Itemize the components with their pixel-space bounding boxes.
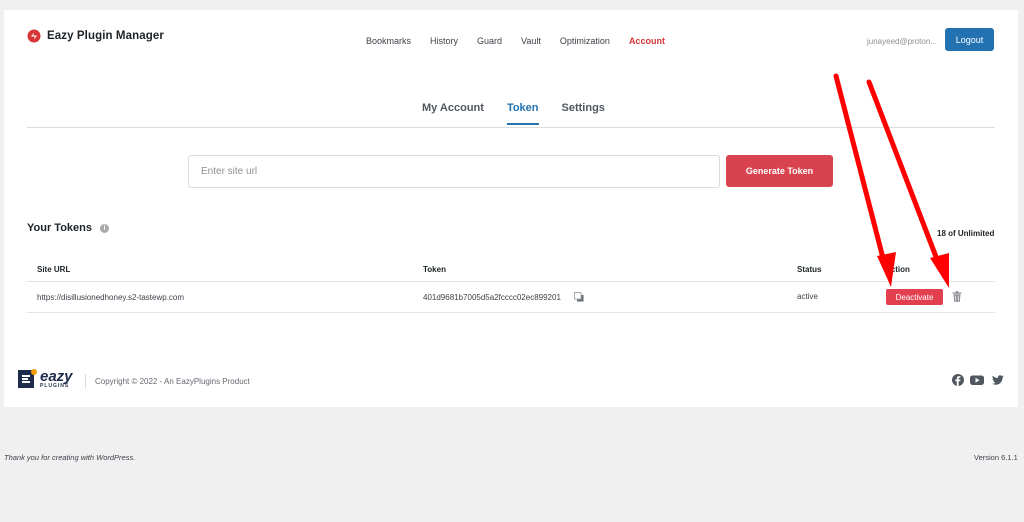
nav-vault[interactable]: Vault xyxy=(521,36,541,46)
tab-token[interactable]: Token xyxy=(506,102,539,125)
column-header-token: Token xyxy=(423,265,446,274)
deactivate-button[interactable]: Deactivate xyxy=(886,289,943,305)
account-tabs: My Account Token Settings xyxy=(422,102,628,125)
row-site-url: https://disillusionedhoney.s2-tastewp.co… xyxy=(37,293,185,302)
tokens-count: 18 of Unlimited xyxy=(937,229,995,238)
user-email[interactable]: junayeed@proton... xyxy=(867,37,937,46)
nav-history[interactable]: History xyxy=(430,36,458,46)
nav-account[interactable]: Account xyxy=(629,36,665,46)
tokens-heading: Your Tokens i xyxy=(27,222,109,234)
main-panel xyxy=(4,10,1018,407)
wp-footer-version: Version 6.1.1 xyxy=(974,453,1018,462)
footer-logo: eazy PLUGINS xyxy=(15,368,73,390)
nav-optimization[interactable]: Optimization xyxy=(560,36,610,46)
nav-guard[interactable]: Guard xyxy=(477,36,502,46)
column-header-action: Action xyxy=(885,265,910,274)
tokens-title: Your Tokens xyxy=(27,222,92,234)
wp-footer-thanks: Thank you for creating with WordPress. xyxy=(4,453,136,462)
eazyplugins-logo-icon xyxy=(18,369,37,388)
column-header-status: Status xyxy=(797,265,822,274)
table-header-divider xyxy=(27,281,995,282)
footer-divider xyxy=(85,374,86,389)
row-token: 401d9681b7005d5a2fcccc02ec899201 xyxy=(423,293,561,302)
nav-bookmarks[interactable]: Bookmarks xyxy=(366,36,411,46)
main-nav: Bookmarks History Guard Vault Optimizati… xyxy=(366,36,684,46)
footer-logo-subtext: PLUGINS xyxy=(40,383,70,389)
footer-logo-text: eazy xyxy=(40,368,73,385)
table-row-divider xyxy=(27,312,995,313)
tab-my-account[interactable]: My Account xyxy=(422,102,484,124)
site-url-input[interactable] xyxy=(188,155,720,188)
column-header-site-url: Site URL xyxy=(37,265,71,274)
logout-button[interactable]: Logout xyxy=(945,28,994,51)
brand-name: Eazy Plugin Manager xyxy=(47,30,164,42)
tabs-divider xyxy=(27,127,995,128)
trash-icon[interactable] xyxy=(952,291,962,302)
youtube-icon[interactable] xyxy=(970,374,984,386)
info-icon[interactable]: i xyxy=(100,223,109,233)
generate-token-button[interactable]: Generate Token xyxy=(726,155,833,187)
row-status: active xyxy=(797,292,818,301)
twitter-icon[interactable] xyxy=(992,374,1004,386)
copy-icon[interactable] xyxy=(574,292,584,302)
brand[interactable]: Eazy Plugin Manager xyxy=(27,29,164,43)
copyright-text: Copyright © 2022 - An EazyPlugins Produc… xyxy=(95,377,250,386)
brand-logo-icon xyxy=(27,29,41,43)
tab-settings[interactable]: Settings xyxy=(562,102,605,124)
facebook-icon[interactable] xyxy=(952,374,964,386)
